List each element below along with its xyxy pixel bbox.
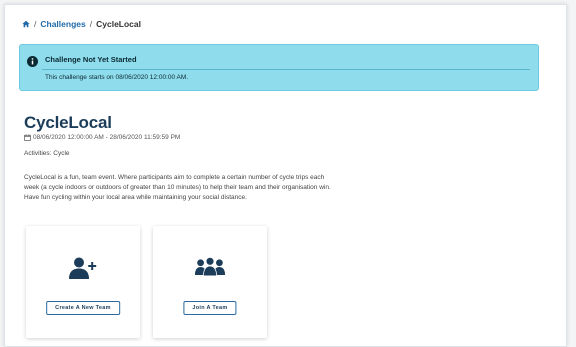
alert-text: This challenge starts on 08/06/2020 12:0…	[45, 74, 189, 81]
challenge-status-alert: Challenge Not Yet Started This challenge…	[19, 44, 539, 91]
breadcrumb-current: CycleLocal	[96, 19, 141, 29]
breadcrumb-separator: /	[34, 19, 37, 29]
breadcrumb-challenges-link[interactable]: Challenges	[40, 19, 85, 29]
info-icon	[27, 54, 38, 67]
description-line: CycleLocal is a fun, team event. Where p…	[24, 174, 325, 181]
challenge-description: CycleLocal is a fun, team event. Where p…	[24, 173, 364, 203]
alert-title: Challenge Not Yet Started	[45, 55, 137, 64]
join-team-card: Join A Team	[153, 226, 267, 338]
challenge-dates: 08/06/2020 12:00:00 AM - 28/06/2020 11:5…	[24, 134, 180, 141]
description-line: Have fun cycling within your local area …	[24, 194, 247, 201]
page: / Challenges / CycleLocal Challenge Not …	[4, 4, 567, 347]
challenge-activities: Activities: Cycle	[24, 150, 70, 157]
breadcrumb-separator: /	[89, 19, 93, 29]
create-team-button[interactable]: Create A New Team	[46, 301, 120, 315]
description-line: week (a cycle indoors or outdoors of gre…	[24, 184, 331, 191]
calendar-icon	[24, 134, 31, 141]
page-title: CycleLocal	[24, 113, 112, 132]
users-group-icon	[153, 256, 267, 277]
home-icon[interactable]	[22, 20, 30, 28]
create-team-card: Create A New Team	[26, 226, 140, 338]
challenge-dates-text: 08/06/2020 12:00:00 AM - 28/06/2020 11:5…	[33, 134, 181, 141]
breadcrumb: / Challenges / CycleLocal	[22, 19, 141, 29]
add-user-icon	[26, 256, 140, 280]
alert-divider	[42, 69, 530, 70]
join-team-button[interactable]: Join A Team	[183, 301, 237, 315]
